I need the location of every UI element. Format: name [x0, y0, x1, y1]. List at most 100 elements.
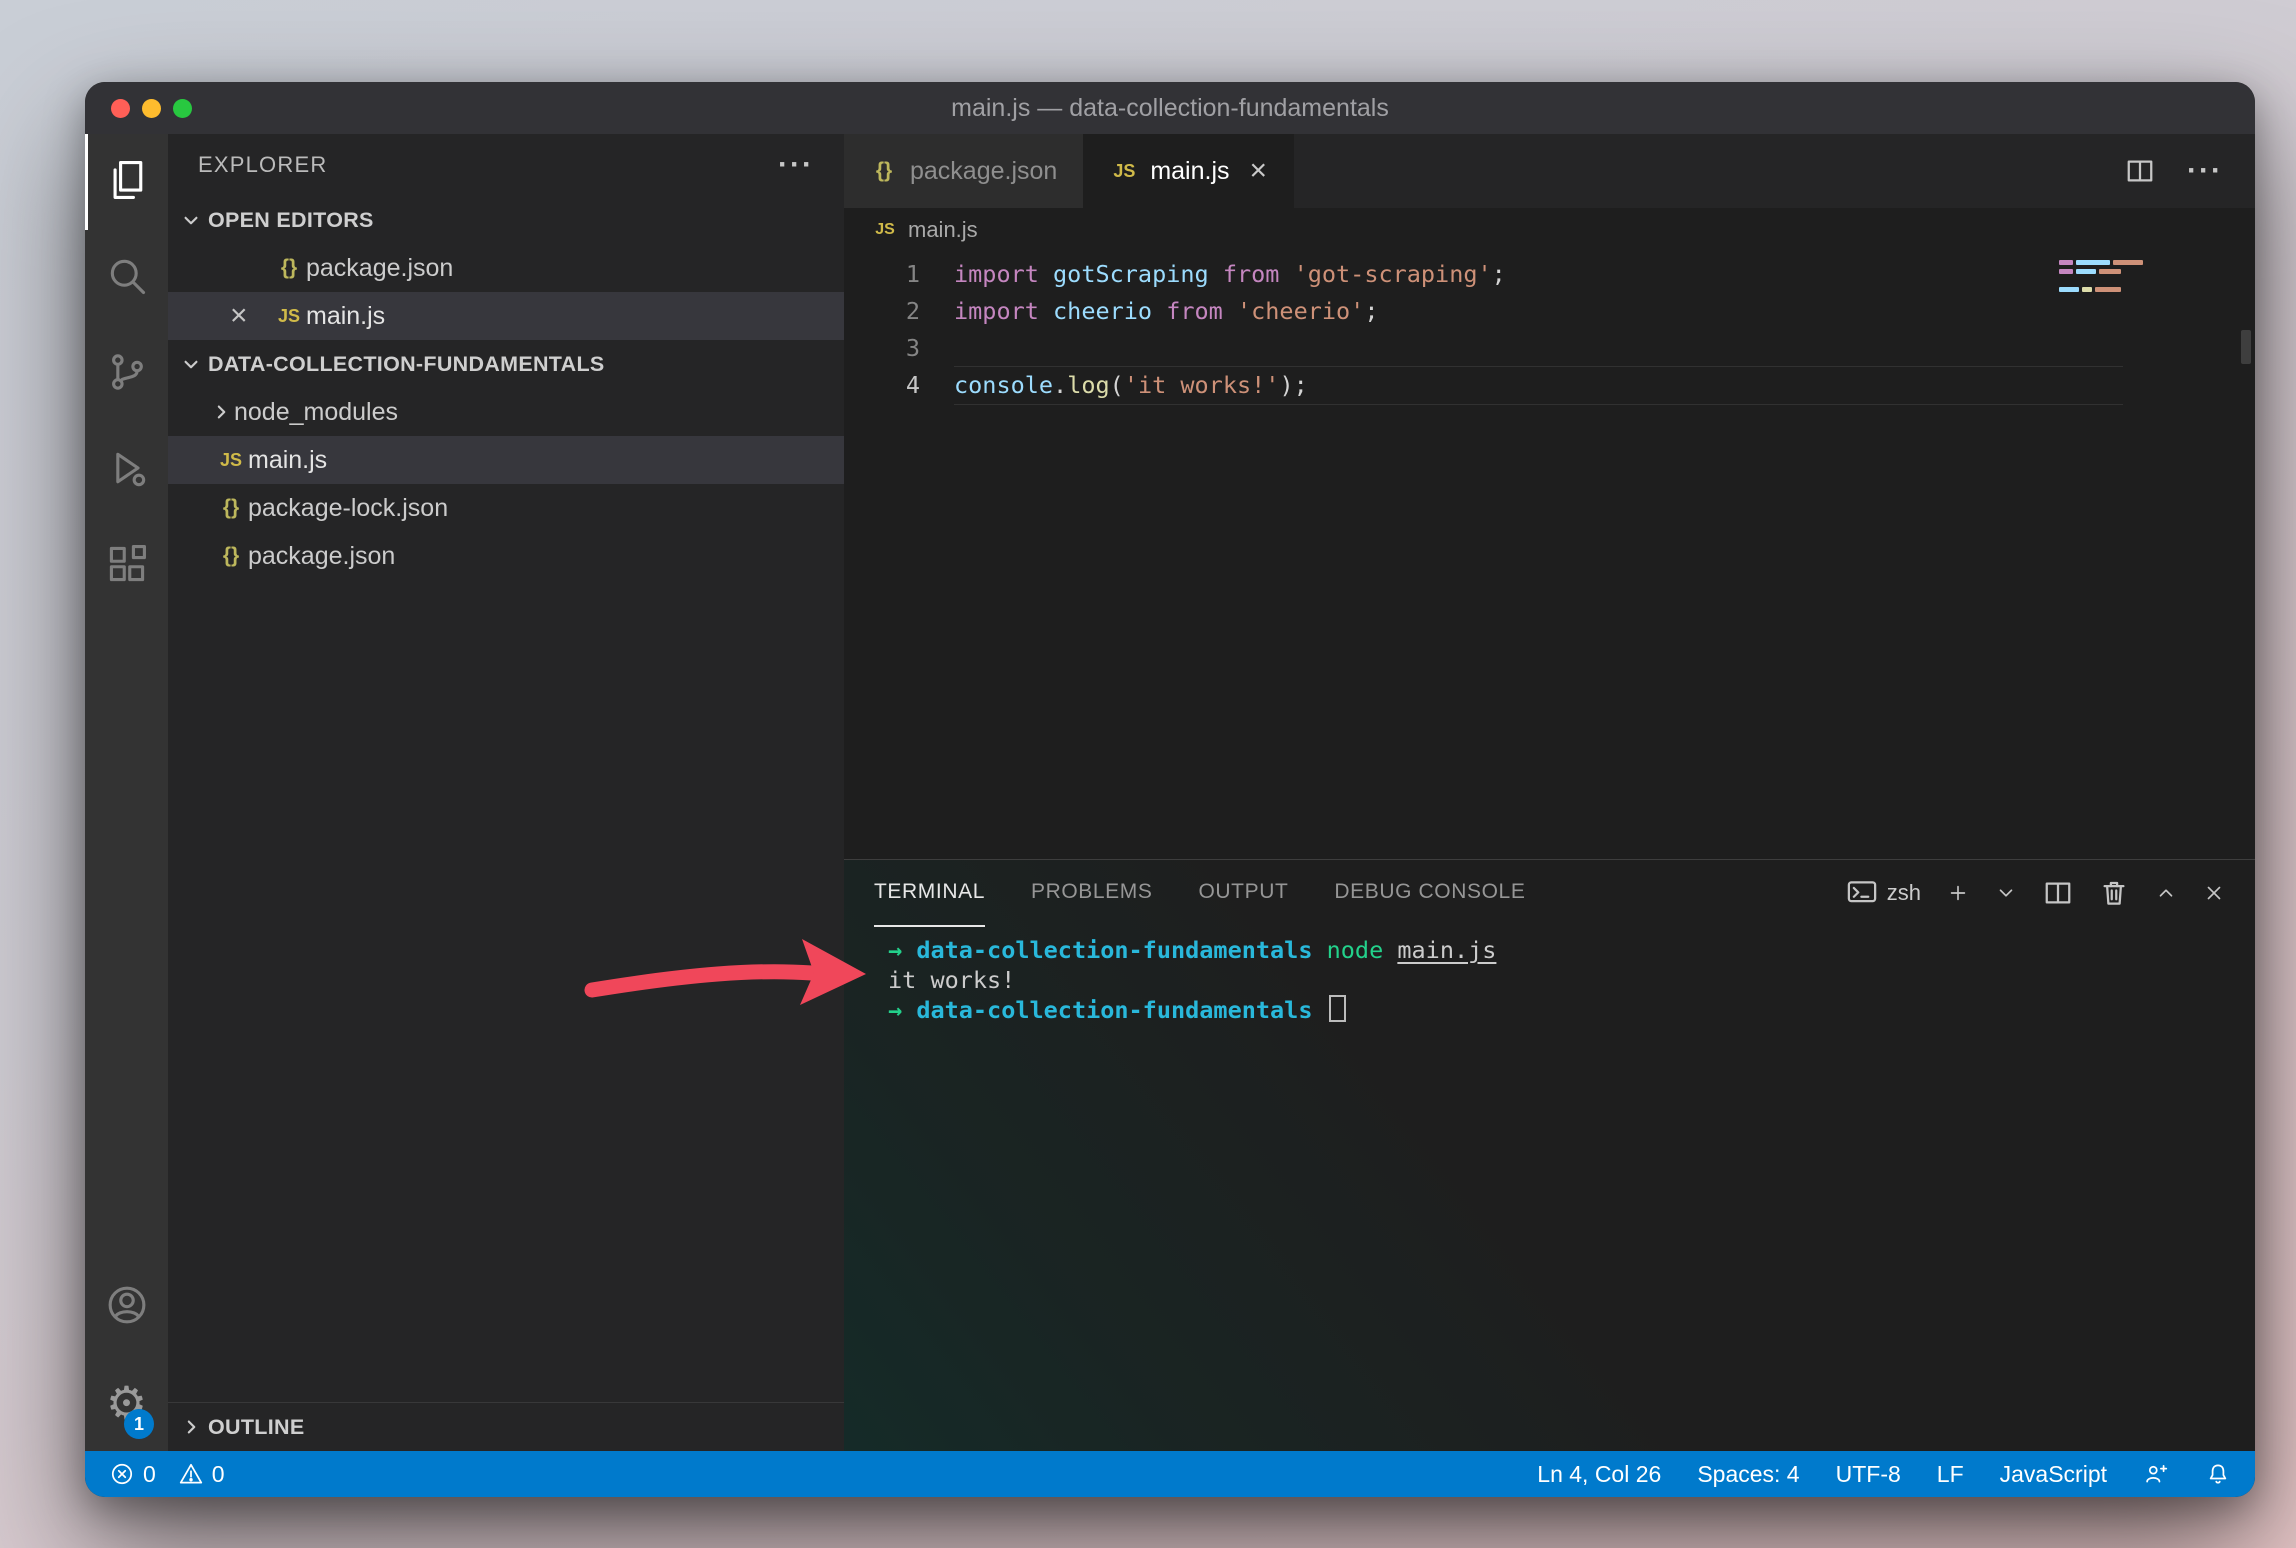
language-mode[interactable]: JavaScript [2000, 1461, 2107, 1488]
tab-main-js[interactable]: JS main.js × [1084, 134, 1294, 208]
code-line[interactable]: import cheerio from 'cheerio'; [954, 293, 2255, 330]
activity-bar: ⚙ 1 [85, 134, 168, 1451]
js-file-icon: JS [1110, 161, 1138, 182]
line-number: 2 [844, 293, 920, 330]
terminal-line: → data-collection-fundamentals [888, 995, 2255, 1026]
code-line[interactable] [954, 330, 2255, 367]
vscode-window: main.js — data-collection-fundamentals [85, 82, 2255, 1497]
close-tab-icon[interactable]: × [1250, 156, 1268, 186]
maximize-panel-icon[interactable] [2155, 882, 2177, 904]
extensions-icon [105, 542, 149, 591]
editor-group: {} package.json JS main.js × ··· J [844, 134, 2255, 1451]
window-title: main.js — data-collection-fundamentals [85, 82, 2255, 134]
code-area[interactable]: import gotScraping from 'got-scraping';i… [954, 256, 2255, 859]
open-editor-main-js[interactable]: × JS main.js [168, 292, 844, 340]
code-editor[interactable]: 1234 import gotScraping from 'got-scrapi… [844, 252, 2255, 859]
desktop-background: main.js — data-collection-fundamentals [0, 0, 2296, 1548]
status-bar: 0 0 Ln 4, Col 26 Spaces: 4 UTF-8 LF Java… [85, 1451, 2255, 1497]
settings-badge: 1 [124, 1409, 154, 1439]
json-file-icon: {} [272, 256, 306, 280]
json-file-icon: {} [870, 159, 898, 183]
activity-explorer[interactable] [85, 134, 168, 230]
tab-package-json[interactable]: {} package.json [844, 134, 1084, 208]
line-number: 4 [844, 367, 920, 404]
settings-button[interactable]: ⚙ 1 [85, 1355, 168, 1451]
shell-label: zsh [1887, 880, 1921, 906]
encoding-setting[interactable]: UTF-8 [1836, 1461, 1901, 1488]
panel-tab-output[interactable]: OUTPUT [1198, 859, 1288, 927]
source-control-icon [105, 350, 149, 399]
account-button[interactable] [85, 1259, 168, 1355]
notifications-bell-icon[interactable] [2205, 1461, 2231, 1487]
close-editor-icon[interactable]: × [230, 301, 248, 331]
sidebar-title: EXPLORER [198, 152, 327, 178]
chevron-right-icon [208, 399, 234, 425]
shell-picker[interactable]: zsh [1847, 878, 1921, 908]
problems-indicator[interactable]: 0 0 [109, 1461, 225, 1488]
new-terminal-button[interactable] [1947, 882, 1969, 904]
split-terminal-icon[interactable] [2043, 878, 2073, 908]
terminal-line: it works! [888, 966, 2255, 996]
close-window-button[interactable] [111, 99, 130, 118]
terminal-icon [1847, 878, 1877, 908]
account-icon [105, 1283, 149, 1332]
eol-setting[interactable]: LF [1937, 1461, 1964, 1488]
panel-tab-debug-console[interactable]: DEBUG CONSOLE [1334, 859, 1525, 927]
json-file-icon: {} [214, 496, 248, 520]
js-file-icon: JS [214, 450, 248, 471]
breadcrumb-file[interactable]: main.js [908, 217, 978, 243]
terminal-line: → data-collection-fundamentals node main… [888, 936, 2255, 966]
tree-item-node-modules[interactable]: node_modules [168, 388, 844, 436]
terminal-cursor [1329, 995, 1346, 1022]
zoom-window-button[interactable] [173, 99, 192, 118]
split-editor-icon[interactable] [2125, 156, 2155, 186]
kill-terminal-icon[interactable] [2099, 878, 2129, 908]
terminal-dropdown-icon[interactable] [1995, 882, 2017, 904]
chevron-down-icon [178, 207, 204, 233]
activity-search[interactable] [85, 230, 168, 326]
cursor-position[interactable]: Ln 4, Col 26 [1537, 1461, 1661, 1488]
tree-item-package-lock-json[interactable]: {} package-lock.json [168, 484, 844, 532]
code-line[interactable]: console.log('it works!'); [954, 367, 2255, 404]
open-editor-package-json[interactable]: {} package.json [168, 244, 844, 292]
section-open-editors[interactable]: OPEN EDITORS [168, 196, 844, 244]
search-icon [105, 254, 149, 303]
js-file-icon: JS [872, 221, 898, 239]
editor-scrollbar[interactable] [2241, 330, 2251, 364]
json-file-icon: {} [214, 544, 248, 568]
editor-tab-bar: {} package.json JS main.js × ··· [844, 134, 2255, 208]
files-icon [105, 158, 149, 207]
feedback-icon[interactable] [2143, 1461, 2169, 1487]
window-titlebar[interactable]: main.js — data-collection-fundamentals [85, 82, 2255, 134]
section-outline[interactable]: OUTLINE [168, 1402, 844, 1451]
activity-extensions[interactable] [85, 518, 168, 614]
traffic-lights [111, 82, 192, 134]
line-number: 1 [844, 256, 920, 293]
error-icon [109, 1461, 135, 1487]
indentation-setting[interactable]: Spaces: 4 [1697, 1461, 1799, 1488]
bottom-panel: TERMINAL PROBLEMS OUTPUT DEBUG CONSOLE z… [844, 859, 2255, 1451]
line-numbers: 1234 [844, 256, 954, 859]
close-panel-icon[interactable] [2203, 882, 2225, 904]
js-file-icon: JS [272, 306, 306, 327]
warning-icon [178, 1461, 204, 1487]
tree-item-package-json[interactable]: {} package.json [168, 532, 844, 580]
line-number: 3 [844, 330, 920, 367]
tree-item-main-js[interactable]: JS main.js [168, 436, 844, 484]
minimap[interactable] [2059, 260, 2159, 292]
activity-source-control[interactable] [85, 326, 168, 422]
breadcrumb[interactable]: JS main.js [844, 208, 2255, 252]
chevron-right-icon [178, 1414, 204, 1440]
panel-header: TERMINAL PROBLEMS OUTPUT DEBUG CONSOLE z… [844, 860, 2255, 926]
explorer-sidebar: EXPLORER ··· OPEN EDITORS {} package.jso… [168, 134, 844, 1451]
activity-run-debug[interactable] [85, 422, 168, 518]
terminal-output[interactable]: → data-collection-fundamentals node main… [844, 926, 2255, 1451]
panel-tab-problems[interactable]: PROBLEMS [1031, 859, 1153, 927]
section-project-root[interactable]: DATA-COLLECTION-FUNDAMENTALS [168, 340, 844, 388]
chevron-down-icon [178, 351, 204, 377]
run-debug-icon [105, 446, 149, 495]
explorer-more-actions-button[interactable]: ··· [778, 150, 814, 180]
panel-tab-terminal[interactable]: TERMINAL [874, 859, 985, 927]
editor-more-actions-button[interactable]: ··· [2187, 156, 2223, 186]
minimize-window-button[interactable] [142, 99, 161, 118]
